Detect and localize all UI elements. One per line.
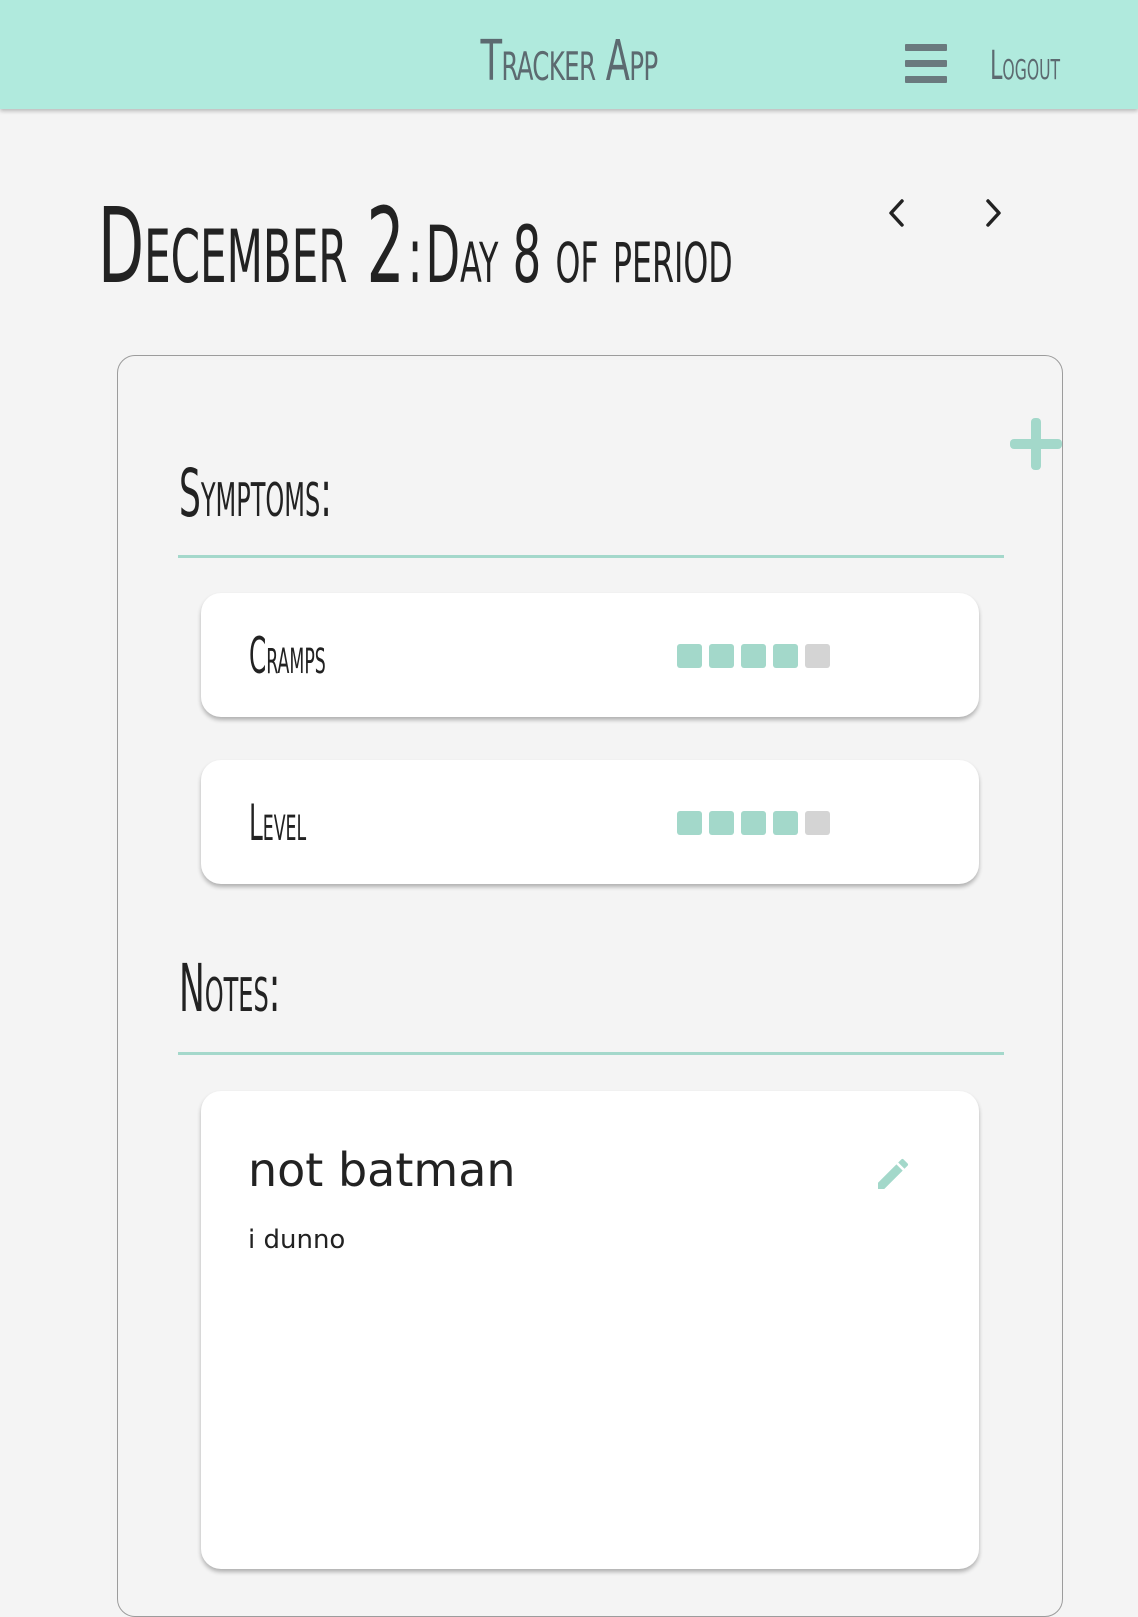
page-title: December 2 : Day 8 of period bbox=[98, 185, 733, 307]
symptom-name: Cramps bbox=[249, 627, 326, 685]
date-label: December 2 bbox=[98, 185, 405, 307]
top-bar: Tracker App Logout bbox=[0, 0, 1138, 109]
hamburger-menu-icon[interactable] bbox=[905, 44, 947, 84]
symptom-rating bbox=[677, 644, 830, 668]
app-title: Tracker App bbox=[480, 29, 659, 94]
rating-pip bbox=[741, 644, 766, 668]
symptom-rating bbox=[677, 811, 830, 835]
symptom-card-cramps[interactable]: Cramps bbox=[201, 593, 979, 717]
rating-pip bbox=[741, 811, 766, 835]
symptoms-heading: Symptoms: bbox=[179, 455, 332, 532]
rating-pip bbox=[773, 644, 798, 668]
pencil-icon bbox=[878, 1158, 909, 1189]
note-card: not batman i dunno bbox=[201, 1091, 979, 1569]
next-day-button[interactable] bbox=[976, 193, 1010, 233]
notes-divider bbox=[178, 1052, 1004, 1055]
symptom-card-level[interactable]: Level bbox=[201, 760, 979, 884]
previous-day-button[interactable] bbox=[880, 193, 914, 233]
rating-pip bbox=[805, 644, 830, 668]
note-title: not batman bbox=[248, 1143, 516, 1197]
notes-heading: Notes: bbox=[179, 950, 281, 1027]
period-day-label: Day 8 of period bbox=[425, 211, 733, 301]
rating-pip bbox=[773, 811, 798, 835]
symptoms-divider bbox=[178, 555, 1004, 558]
rating-pip bbox=[709, 811, 734, 835]
rating-pip bbox=[709, 644, 734, 668]
rating-pip bbox=[677, 644, 702, 668]
rating-pip bbox=[677, 811, 702, 835]
note-body: i dunno bbox=[248, 1225, 346, 1255]
edit-note-button[interactable] bbox=[873, 1154, 913, 1194]
logout-button[interactable]: Logout bbox=[990, 25, 1071, 95]
date-separator: : bbox=[407, 211, 423, 301]
chevron-right-icon bbox=[986, 199, 1001, 227]
symptom-name: Level bbox=[249, 794, 307, 852]
plus-icon bbox=[1010, 418, 1062, 470]
rating-pip bbox=[805, 811, 830, 835]
add-entry-button[interactable] bbox=[1010, 418, 1062, 470]
chevron-left-icon bbox=[889, 199, 904, 227]
